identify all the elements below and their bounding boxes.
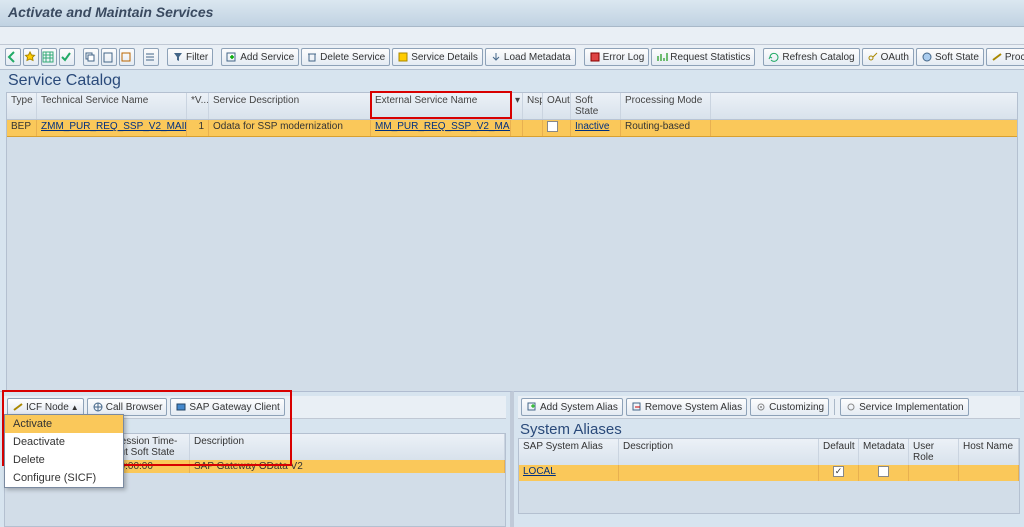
col-nsp[interactable]: Nsp. — [523, 93, 543, 119]
col-userrole[interactable]: User Role — [909, 439, 959, 465]
metadata-checkbox[interactable] — [878, 466, 889, 477]
system-aliases-title: System Aliases — [518, 419, 1020, 438]
icf-panel: ICF Node ▲ Call Browser SAP Gateway Clie… — [0, 391, 514, 527]
main-toolbar: Filter Add Service Delete Service Servic… — [0, 45, 1024, 70]
grid-header-row: Type Technical Service Name *V... Servic… — [7, 93, 1017, 120]
page-title: Activate and Maintain Services — [0, 0, 1024, 27]
load-metadata-button[interactable]: Load Metadata — [485, 48, 576, 66]
col-metadata[interactable]: Metadata — [859, 439, 909, 465]
paste-icon[interactable] — [101, 48, 117, 66]
section-service-catalog: Service Catalog — [0, 70, 1024, 90]
grid-row-selected[interactable]: BEP ZMM_PUR_REQ_SSP_V2_MAINTAIN_SRV 1 Od… — [7, 120, 1017, 137]
service-details-button[interactable]: Service Details — [392, 48, 483, 66]
menu-activate[interactable]: Activate — [5, 415, 123, 433]
col-oauth[interactable]: OAut. — [543, 93, 571, 119]
customizing-button[interactable]: Customizing — [750, 398, 829, 416]
oauth-button[interactable]: OAuth — [862, 48, 914, 66]
ext-name-link[interactable]: MM_PUR_REQ_SSP_V2_MAINTAIN_SRV — [375, 121, 511, 132]
alias-link[interactable]: LOCAL — [523, 466, 556, 477]
col-alias[interactable]: SAP System Alias — [519, 439, 619, 465]
col-tech[interactable]: Technical Service Name — [37, 93, 187, 119]
col-type[interactable]: Type — [7, 93, 37, 119]
filter-button[interactable]: Filter — [167, 48, 213, 66]
tech-name-link[interactable]: ZMM_PUR_REQ_SSP_V2_MAINTAIN_SRV — [41, 121, 187, 132]
col-alias-desc[interactable]: Description — [619, 439, 819, 465]
grid-empty — [7, 137, 1017, 417]
export-icon[interactable] — [119, 48, 135, 66]
col-host[interactable]: Host Name — [959, 439, 1019, 465]
alias-panel: Add System Alias Remove System Alias Cus… — [514, 391, 1024, 527]
delete-service-button[interactable]: Delete Service — [301, 48, 390, 66]
col-desc[interactable]: Service Description — [209, 93, 371, 119]
col-desc2[interactable]: Description — [190, 434, 505, 460]
remove-alias-button[interactable]: Remove System Alias — [626, 398, 747, 416]
col-ext[interactable]: External Service Name — [371, 93, 511, 119]
check-icon[interactable] — [59, 48, 75, 66]
error-log-button[interactable]: Error Log — [584, 48, 650, 66]
service-catalog-grid: Type Technical Service Name *V... Servic… — [6, 92, 1018, 418]
service-impl-button[interactable]: Service Implementation — [840, 398, 969, 416]
col-version[interactable]: *V... — [187, 93, 209, 119]
icf-node-menu: Activate Deactivate Delete Configure (SI… — [4, 414, 124, 488]
add-service-button[interactable]: Add Service — [221, 48, 299, 66]
soft-state-button[interactable]: Soft State — [916, 48, 984, 66]
col-sort-icon[interactable]: ▾ — [511, 93, 523, 119]
default-checkbox[interactable]: ✓ — [833, 466, 844, 477]
processing-mode-button[interactable]: Processing Mode — [986, 48, 1024, 66]
request-stats-button[interactable]: Request Statistics — [651, 48, 755, 66]
spreadsheet-icon[interactable] — [41, 48, 57, 66]
col-procmode[interactable]: Processing Mode — [621, 93, 711, 119]
softstate-link[interactable]: Inactive — [575, 121, 609, 132]
fav-icon[interactable] — [23, 48, 39, 66]
alias-row[interactable]: LOCAL ✓ — [519, 465, 1019, 481]
list-icon[interactable] — [143, 48, 159, 66]
back-icon[interactable] — [5, 48, 21, 66]
add-alias-button[interactable]: Add System Alias — [521, 398, 623, 416]
oauth-checkbox[interactable] — [547, 121, 558, 132]
col-softstate[interactable]: Soft State — [571, 93, 621, 119]
blank-header — [0, 27, 1024, 45]
copy-icon[interactable] — [83, 48, 99, 66]
menu-delete[interactable]: Delete — [5, 451, 123, 469]
gateway-client-button[interactable]: SAP Gateway Client — [170, 398, 284, 416]
refresh-catalog-button[interactable]: Refresh Catalog — [763, 48, 859, 66]
menu-configure[interactable]: Configure (SICF) — [5, 469, 123, 487]
menu-deactivate[interactable]: Deactivate — [5, 433, 123, 451]
col-default[interactable]: Default — [819, 439, 859, 465]
